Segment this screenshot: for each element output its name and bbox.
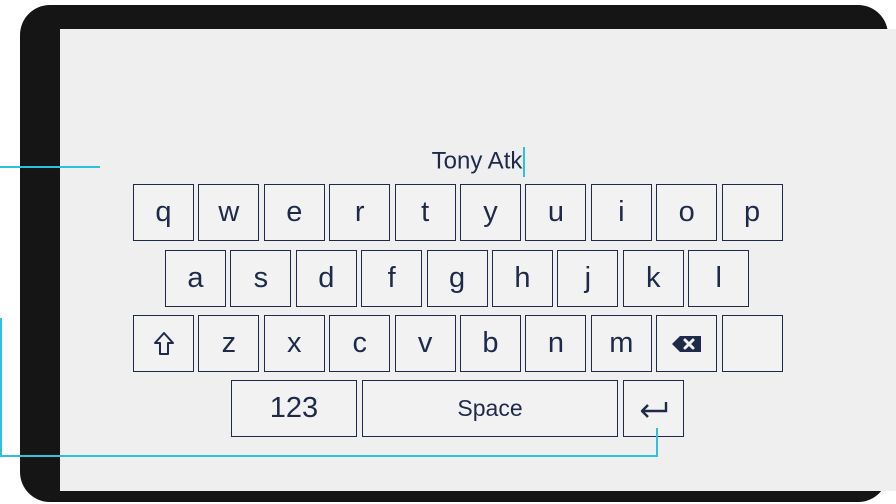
key-c[interactable]: c [329, 315, 391, 372]
key-n[interactable]: n [525, 315, 587, 372]
key-z-label: z [221, 327, 237, 359]
key-h[interactable]: h [492, 250, 553, 307]
key-m-label: m [609, 327, 634, 359]
blank-key[interactable] [721, 315, 783, 372]
key-j-label: j [584, 262, 592, 294]
key-r-label: r [354, 196, 365, 228]
key-m[interactable]: m [590, 315, 652, 372]
key-g[interactable]: g [426, 250, 488, 307]
key-r[interactable]: r [329, 184, 391, 241]
callout-line-enter-vertical [656, 428, 658, 457]
key-s[interactable]: s [230, 250, 292, 307]
key-e-label: e [286, 196, 303, 228]
callout-line-left-vertical [0, 318, 2, 457]
shift-arrow-icon [153, 331, 175, 357]
key-b[interactable]: b [460, 315, 521, 372]
key-c-label: c [352, 327, 367, 359]
key-f[interactable]: f [361, 250, 423, 307]
key-y[interactable]: y [460, 184, 521, 241]
key-q-label: q [155, 196, 172, 228]
space-key-label: Space [457, 395, 523, 421]
key-d-label: d [318, 262, 335, 294]
key-q[interactable]: q [133, 184, 194, 241]
key-n-label: n [547, 327, 564, 359]
enter-key[interactable] [623, 380, 684, 437]
key-a-label: a [187, 262, 204, 294]
tablet-screen: Tony Atk q w e r t y u i o p a s d f g h j k l z x c v b n m 123 Sp… [60, 29, 896, 491]
key-x[interactable]: x [263, 315, 325, 372]
key-x-label: x [287, 327, 302, 359]
callout-line-text [0, 166, 100, 168]
key-s-label: s [253, 262, 269, 294]
key-b-label: b [482, 327, 499, 359]
key-i[interactable]: i [590, 184, 652, 241]
space-key[interactable]: Space [362, 380, 618, 437]
key-d[interactable]: d [295, 250, 357, 307]
tablet-device-frame: Tony Atk q w e r t y u i o p a s d f g h j k l z x c v b n m 123 Sp… [20, 5, 896, 502]
enter-arrow-icon [639, 400, 669, 418]
shift-key[interactable] [133, 315, 194, 372]
key-z[interactable]: z [198, 315, 260, 372]
key-h-label: h [514, 262, 531, 294]
key-p[interactable]: p [721, 184, 783, 241]
key-w[interactable]: w [198, 184, 260, 241]
numbers-key[interactable]: 123 [231, 380, 357, 437]
key-t[interactable]: t [394, 184, 456, 241]
key-k-label: k [646, 262, 661, 294]
key-k[interactable]: k [622, 250, 684, 307]
backspace-icon [671, 335, 703, 353]
typed-text: Tony Atk [431, 147, 523, 175]
key-f-label: f [387, 262, 396, 294]
key-i-label: i [618, 196, 625, 228]
backspace-key[interactable] [656, 315, 718, 372]
key-y-label: y [483, 196, 498, 228]
key-a[interactable]: a [165, 250, 226, 307]
text-caret [523, 146, 526, 177]
key-l[interactable]: l [688, 250, 750, 307]
key-e[interactable]: e [263, 184, 325, 241]
key-u-label: u [547, 196, 564, 228]
key-j[interactable]: j [557, 250, 619, 307]
key-w-label: w [218, 196, 240, 228]
numbers-key-label: 123 [269, 392, 319, 424]
key-v-label: v [417, 327, 433, 359]
callout-line-enter-horizontal [0, 455, 658, 457]
key-o[interactable]: o [656, 184, 718, 241]
key-g-label: g [449, 262, 466, 294]
key-o-label: o [678, 196, 695, 228]
key-v[interactable]: v [394, 315, 456, 372]
text-input-display[interactable]: Tony Atk [60, 145, 896, 178]
key-t-label: t [421, 196, 430, 228]
key-u[interactable]: u [525, 184, 587, 241]
key-p-label: p [744, 196, 761, 228]
key-l-label: l [715, 262, 722, 294]
